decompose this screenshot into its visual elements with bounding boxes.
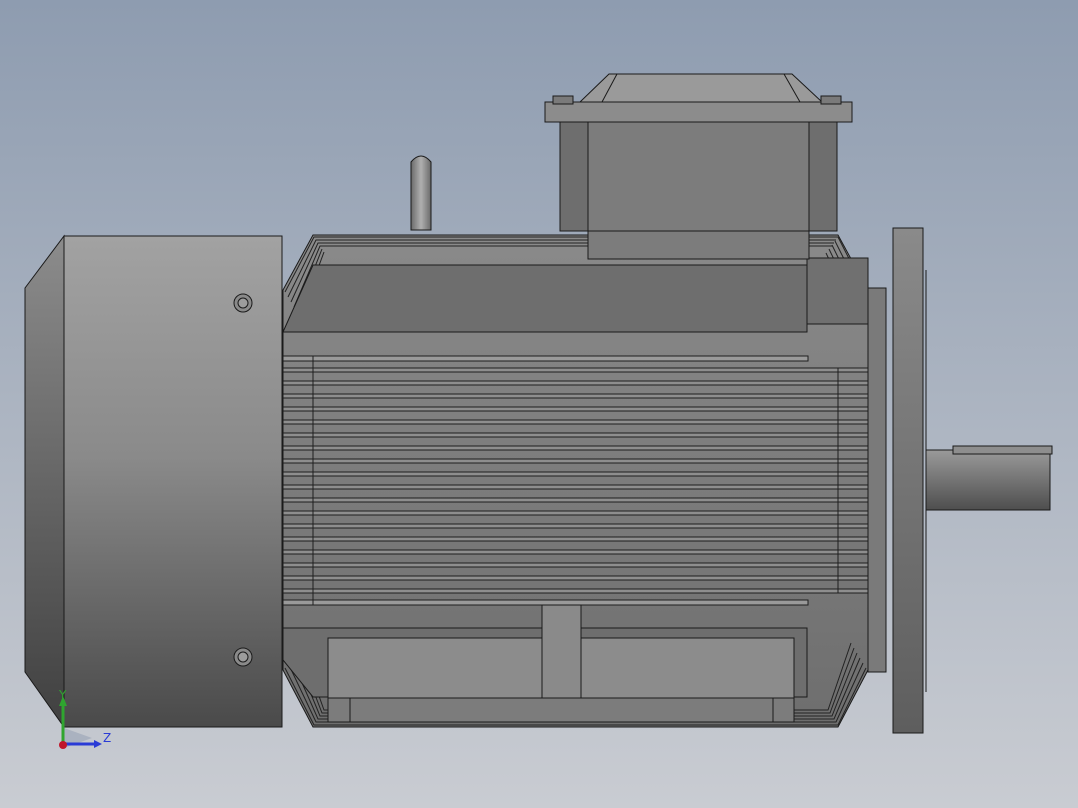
triad-origin	[59, 741, 67, 749]
frame-top-band	[282, 264, 808, 333]
terminal-box	[544, 73, 853, 260]
bearing-shield	[867, 287, 887, 673]
triad-y-label: Y	[59, 688, 67, 702]
bolt-top	[233, 293, 253, 313]
terminal-box-lid	[578, 73, 824, 103]
output-shaft	[925, 449, 1051, 511]
bolt-bottom	[233, 647, 253, 667]
foot-base	[327, 697, 795, 723]
mounting-flange	[892, 227, 924, 734]
fan-cover-cap	[24, 234, 65, 729]
cad-viewport[interactable]: Y Z	[0, 0, 1078, 808]
terminal-mount-pad	[806, 257, 869, 325]
shaft-key	[952, 445, 1053, 455]
foot-rib	[541, 604, 582, 699]
lifting-eye	[410, 155, 432, 231]
triad-z-label: Z	[103, 731, 112, 745]
